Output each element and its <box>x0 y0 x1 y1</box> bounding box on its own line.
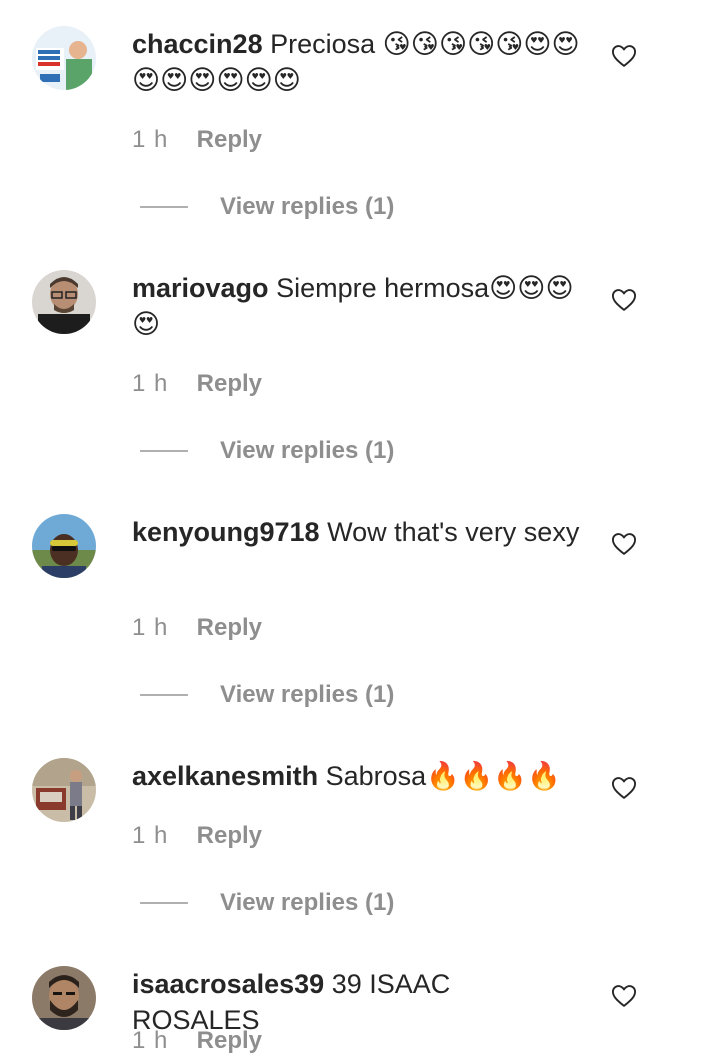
divider-line <box>140 450 188 452</box>
comment-meta: 1 h Reply <box>132 125 262 155</box>
comment-meta: 1 h Reply <box>132 1026 262 1056</box>
avatar[interactable] <box>32 26 96 90</box>
reply-button[interactable]: Reply <box>197 370 262 397</box>
username[interactable]: kenyoung9718 <box>132 517 320 547</box>
comment-text: chaccin28 Preciosa 😘😘😘😘😘😍😍😍😍😍😍😍😍 <box>132 26 582 98</box>
username[interactable]: isaacrosales39 <box>132 969 324 999</box>
avatar[interactable] <box>32 270 96 334</box>
heart-outline-icon[interactable] <box>610 286 638 314</box>
comment-meta: 1 h Reply <box>132 821 262 851</box>
view-replies-button[interactable]: View replies (1) <box>220 888 394 918</box>
timestamp: 1 h <box>132 614 169 641</box>
divider-line <box>140 694 188 696</box>
view-replies-button[interactable]: View replies (1) <box>220 192 394 222</box>
timestamp: 1 h <box>132 822 169 849</box>
avatar[interactable] <box>32 966 96 1030</box>
man-in-sunglasses-outdoors-avatar-icon <box>32 514 96 578</box>
avatar[interactable] <box>32 758 96 822</box>
timestamp: 1 h <box>132 126 169 153</box>
comment-text: mariovago Siempre hermosa😍😍😍😍 <box>132 270 582 342</box>
view-replies-button[interactable]: View replies (1) <box>220 680 394 710</box>
avatar[interactable] <box>32 514 96 578</box>
timestamp: 1 h <box>132 370 169 397</box>
reply-button[interactable]: Reply <box>197 1027 262 1054</box>
heart-outline-icon[interactable] <box>610 42 638 70</box>
comment-meta: 1 h Reply <box>132 369 262 399</box>
divider-line <box>140 902 188 904</box>
view-replies-button[interactable]: View replies (1) <box>220 436 394 466</box>
campaign-poster-avatar-icon <box>32 26 96 90</box>
username[interactable]: axelkanesmith <box>132 761 318 791</box>
heart-outline-icon[interactable] <box>610 530 638 558</box>
reply-button[interactable]: Reply <box>197 126 262 153</box>
divider-line <box>140 206 188 208</box>
comment-text: kenyoung9718 Wow that's very sexy <box>132 514 582 550</box>
username[interactable]: mariovago <box>132 273 269 303</box>
comment-body: Sabrosa🔥🔥🔥🔥 <box>325 761 561 791</box>
reply-button[interactable]: Reply <box>197 822 262 849</box>
reply-button[interactable]: Reply <box>197 614 262 641</box>
comment-body: Wow that's very sexy <box>327 517 580 547</box>
vintage-photo-avatar-icon <box>32 758 96 822</box>
heart-outline-icon[interactable] <box>610 774 638 802</box>
comment-meta: 1 h Reply <box>132 613 262 643</box>
username[interactable]: chaccin28 <box>132 29 263 59</box>
heart-outline-icon[interactable] <box>610 982 638 1010</box>
man-with-glasses-avatar-icon <box>32 270 96 334</box>
bearded-man-avatar-icon <box>32 966 96 1030</box>
comment-text: axelkanesmith Sabrosa🔥🔥🔥🔥 <box>132 758 582 794</box>
timestamp: 1 h <box>132 1027 169 1054</box>
